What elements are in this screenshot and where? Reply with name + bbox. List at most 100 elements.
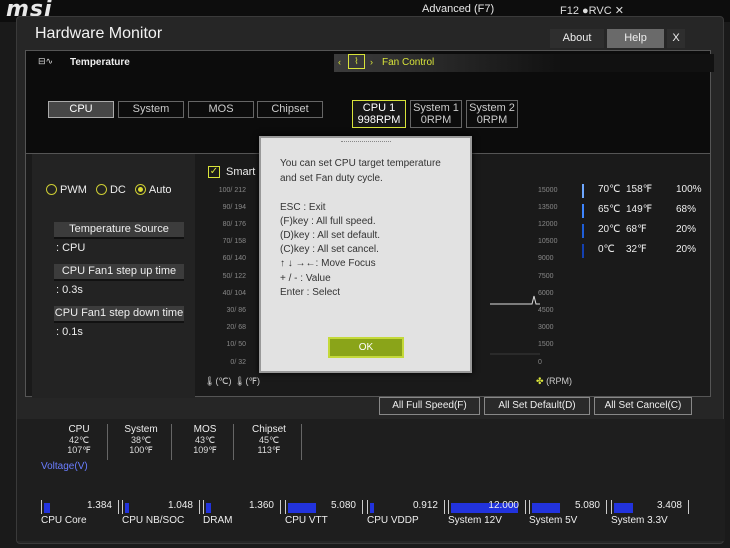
stat-name: System [124, 424, 158, 435]
step-up-button[interactable]: CPU Fan1 step up time [54, 264, 184, 281]
advanced-mode-label[interactable]: Advanced (F7) [422, 3, 494, 15]
stat-cpu: CPU 42℃ 107℉ [61, 424, 97, 456]
unit-rpm: (RPM) [546, 376, 573, 386]
divider [171, 424, 172, 460]
dialog-text: ↑ ↓ →←: Move Focus [280, 258, 376, 269]
ok-button[interactable]: OK [328, 337, 404, 358]
voltage-label: CPU VTT [285, 515, 328, 526]
about-button[interactable]: About [550, 29, 604, 48]
threshold-marker [582, 184, 584, 198]
fan-tab-name: System 2 [469, 102, 515, 114]
threshold-percent: 20% [676, 224, 697, 235]
close-button[interactable]: X [667, 29, 685, 48]
voltage-bar: 5.080 [285, 500, 363, 514]
help-button[interactable]: Help [607, 29, 664, 48]
voltage-fill [370, 503, 374, 513]
all-set-default-button[interactable]: All Set Default(D) [484, 397, 590, 415]
voltage-value: 1.384 [86, 500, 112, 511]
stat-name: CPU [68, 424, 90, 435]
help-dialog: You can set CPU target temperature and s… [259, 136, 472, 373]
stat-mos: MOS 43℃ 109℉ [185, 424, 225, 456]
y-tick-right: 3000 [538, 324, 554, 331]
rpm-unit-label: ✤ (RPM) [536, 376, 572, 387]
threshold-row[interactable]: 20℃ 68℉ 20% [582, 224, 708, 238]
radio-label: DC [109, 184, 126, 196]
unit-fahrenheit: (℉) [245, 376, 261, 386]
voltage-value: 12.000 [488, 500, 519, 511]
threshold-percent: 20% [676, 244, 697, 255]
voltage-panel: 1.384 CPU Core 1.048 CPU NB/SOC 1.360 DR… [17, 475, 725, 541]
voltage-value: 5.080 [574, 500, 600, 511]
voltage-label: DRAM [203, 515, 233, 526]
tab-temp-cpu[interactable]: CPU [48, 101, 114, 118]
threshold-percent: 68% [676, 204, 697, 215]
voltage-fill [532, 503, 560, 513]
threshold-row[interactable]: 65℃ 149℉ 68% [582, 204, 708, 218]
tab-fan-system2[interactable]: System 2 0RPM [466, 100, 518, 128]
dialog-text: (F)key : All full speed. [280, 216, 376, 227]
threshold-c: 65℃ [598, 204, 621, 215]
threshold-c: 20℃ [598, 224, 621, 235]
radio-label: Auto [148, 184, 172, 196]
tab-temp-chipset[interactable]: Chipset [257, 101, 323, 118]
dialog-text: (D)key : All set default. [280, 230, 381, 241]
radio-pwm[interactable] [46, 184, 57, 195]
voltage-label: CPU NB/SOC [122, 515, 185, 526]
y-tick-right: 9000 [538, 255, 554, 262]
fan-tab-value: 0RPM [420, 114, 452, 126]
temperature-source-button[interactable]: Temperature Source [54, 222, 184, 239]
voltage-fill [125, 503, 129, 513]
dialog-text: + / - : Value [280, 273, 331, 284]
dialog-text: ESC : Exit [280, 202, 326, 213]
mode-radio-group: PWM DC Auto [46, 184, 178, 196]
all-set-cancel-button[interactable]: All Set Cancel(C) [594, 397, 692, 415]
voltage-value: 5.080 [330, 500, 356, 511]
dialog-text: You can set CPU target temperature [280, 158, 441, 169]
all-full-speed-button[interactable]: All Full Speed(F) [379, 397, 480, 415]
y-tick-left: 30/ 86 [226, 307, 246, 314]
tab-temp-system[interactable]: System [118, 101, 184, 118]
thermometer-icon: 🌡 [204, 376, 216, 386]
y-tick-left: 50/ 122 [222, 273, 246, 280]
step-down-button[interactable]: CPU Fan1 step down time [54, 306, 184, 323]
stat-name: MOS [193, 424, 217, 435]
threshold-percent: 100% [676, 184, 702, 195]
threshold-row[interactable]: 70℃ 158℉ 100% [582, 184, 708, 198]
divider [107, 424, 108, 460]
y-tick-left: 10/ 50 [226, 341, 246, 348]
y-tick-right: 15000 [538, 187, 558, 194]
threshold-row[interactable]: 0℃ 32℉ 20% [582, 244, 708, 258]
threshold-c: 0℃ [598, 244, 615, 255]
chevron-right-icon[interactable]: › [370, 57, 373, 67]
tab-temp-mos[interactable]: MOS [188, 101, 254, 118]
temperature-icon: ⊟∿ [38, 56, 54, 66]
tab-fan-system1[interactable]: System 1 0RPM [410, 100, 462, 128]
chevron-left-icon[interactable]: ‹ [338, 57, 341, 67]
smart-fan-checkbox[interactable]: ✓ [208, 166, 220, 178]
y-tick-right: 6000 [538, 290, 554, 297]
voltage-value: 1.048 [167, 500, 193, 511]
step-down-value: : 0.1s [56, 326, 83, 338]
stat-chipset: Chipset 45℃ 113℉ [245, 424, 293, 456]
stat-celsius: 43℃ [194, 435, 216, 445]
y-tick-left: 60/ 140 [222, 255, 246, 262]
threshold-c: 70℃ [598, 184, 621, 195]
dialog-drag-handle[interactable] [341, 141, 391, 143]
stat-name: Chipset [252, 424, 286, 435]
divider [301, 424, 302, 460]
radio-auto[interactable] [134, 184, 146, 195]
threshold-marker [582, 204, 584, 218]
voltage-bar: 1.360 [203, 500, 281, 514]
voltage-fill [614, 503, 633, 513]
temp-unit-labels: 🌡(℃) 🌡(℉) [204, 376, 260, 387]
voltage-bar: 0.912 [367, 500, 445, 514]
tab-fan-cpu1[interactable]: CPU 1 998RPM [352, 100, 406, 128]
stat-celsius: 42℃ [68, 435, 90, 445]
fan-icon: ✤ [536, 376, 544, 386]
voltage-value: 0.912 [412, 500, 438, 511]
voltage-label: System 3.3V [611, 515, 668, 526]
voltage-value: 1.360 [248, 500, 274, 511]
y-tick-left: 20/ 68 [226, 324, 246, 331]
radio-dc[interactable] [95, 184, 107, 195]
temperature-source-value: : CPU [56, 242, 86, 254]
